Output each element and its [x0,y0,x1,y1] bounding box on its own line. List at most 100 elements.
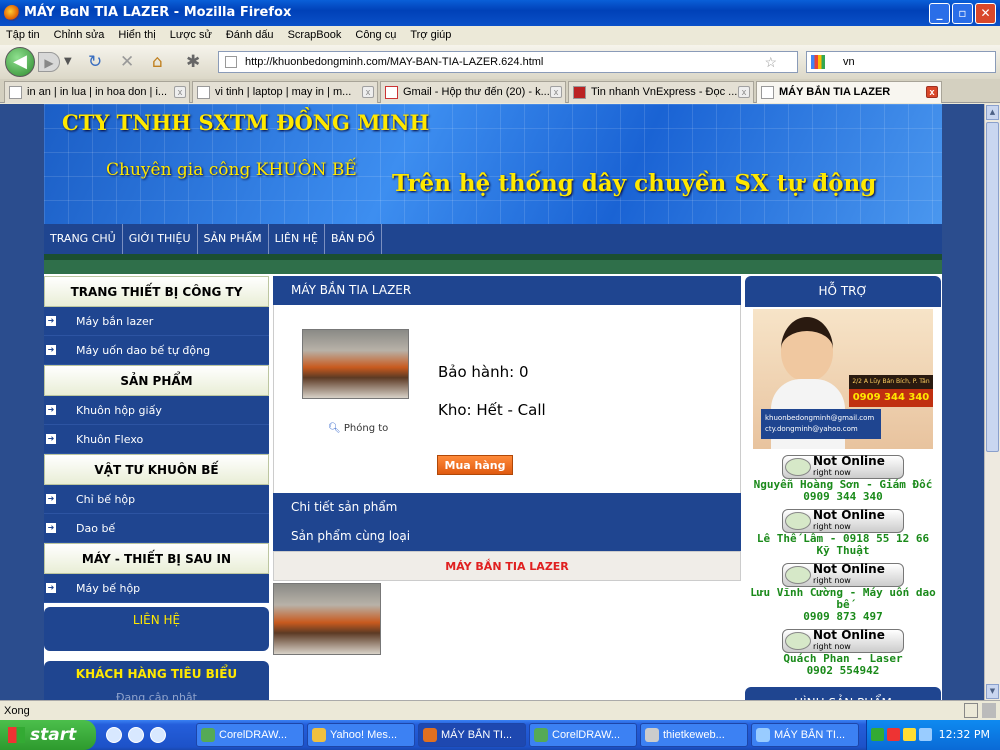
menu-bookmarks[interactable]: Đánh dấu [226,26,274,45]
yahoo-messenger-icon [785,566,811,584]
status-text: Not Online [813,508,885,522]
tab-vi-tinh[interactable]: vi tinh | laptop | may in | m... x [192,81,378,103]
sidebar-item-label: Dao bế [76,522,116,535]
nav-about[interactable]: GIỚI THIỆU [123,224,198,254]
nav-products[interactable]: SẢN PHẨM [198,224,269,254]
nav-map[interactable]: BẢN ĐỒ [325,224,382,254]
nav-home[interactable]: TRANG CHỦ [44,224,123,254]
customers-box: KHÁCH HÀNG TIÊU BIỂU Đang cập nhật [44,661,269,700]
sidebar-item-blade[interactable]: ➜ Dao bế [44,514,269,543]
tab-product-details[interactable]: Chi tiết sản phẩm [273,493,741,522]
yahoo-status-badge[interactable]: Not Online right now [782,563,904,587]
close-window-button[interactable]: ✕ [975,3,996,24]
related-product-image[interactable] [273,583,381,655]
url-bar[interactable]: http://khuonbedongminh.com/MAY-BAN-TIA-L… [218,51,798,73]
menu-help[interactable]: Trợ giúp [410,26,451,45]
back-button[interactable]: ◀ [5,47,35,77]
tray-icon[interactable] [903,728,916,741]
menu-tools[interactable]: Công cụ [355,26,396,45]
sidebar-item-crease[interactable]: ➜ Chỉ bế hộp [44,485,269,514]
sidebar-item-paper-box[interactable]: ➜ Khuôn hộp giấy [44,396,269,425]
tab-close-icon[interactable]: x [362,86,374,98]
quick-launch-icon[interactable] [128,727,144,743]
search-box[interactable]: vn [806,51,996,73]
menu-view[interactable]: Hiển thị [118,26,155,45]
tab-close-icon[interactable]: x [738,86,750,98]
stop-icon[interactable]: ✕ [120,52,134,72]
forward-button[interactable]: ▶ [38,52,60,72]
home-icon[interactable]: ⌂ [152,52,163,72]
sidebar-item-die-cutter[interactable]: ➜ Máy bế hộp [44,574,269,603]
menu-file[interactable]: Tập tin [6,26,40,45]
vertical-scrollbar[interactable]: ▲ ▼ [984,104,1000,700]
nav-contact[interactable]: LIÊN HỆ [269,224,325,254]
google-search-icon[interactable] [811,55,825,69]
task-firefox-active[interactable]: MÁY BẮN TI... [418,723,526,747]
ie-icon[interactable] [106,727,122,743]
addon-icon[interactable]: ✱ [186,52,200,72]
contact-box[interactable]: LIÊN HỆ [44,607,269,651]
product-header: MÁY BẮN TIA LAZER [273,276,741,305]
scroll-up-icon[interactable]: ▲ [986,105,999,120]
banner-slogan: Trên hệ thống dây chuyền SX tự động [392,170,877,197]
start-button[interactable]: start [0,720,96,750]
tab-close-icon[interactable]: x [550,86,562,98]
tab-favicon-icon [197,86,210,99]
tab-in-an[interactable]: in an | in lua | in hoa don | i... x [4,81,190,103]
menu-scrapbook[interactable]: ScrapBook [288,26,342,45]
tab-close-icon[interactable]: x [174,86,186,98]
minimize-button[interactable]: _ [929,3,950,24]
reload-icon[interactable]: ↻ [88,52,102,72]
task-firefox-2[interactable]: MÁY BẮN TI... [751,723,859,747]
tab-close-icon[interactable]: x [926,86,938,98]
site-banner: CTY TNHH SXTM ĐỒNG MINH Chuyên gia công … [44,104,942,224]
tab-vnexpress[interactable]: Tin nhanh VnExpress - Đọc ... x [568,81,754,103]
status-page-icon[interactable] [964,703,978,718]
scroll-thumb[interactable] [986,122,999,452]
scroll-down-icon[interactable]: ▼ [986,684,999,699]
history-dropdown-icon[interactable]: ▼ [64,52,72,72]
zoom-link[interactable]: 🔍︎ Phóng to [328,423,388,434]
tab-gmail[interactable]: Gmail - Hộp thư đến (20) - k... x [380,81,566,103]
task-label: CorelDRAW... [219,729,288,741]
zoom-label: Phóng to [343,423,389,434]
system-tray: 12:32 PM [866,720,1000,750]
tray-icon[interactable] [887,728,900,741]
sidebar-item-label: Máy bế hộp [76,582,141,595]
task-coreldraw[interactable]: CorelDRAW... [196,723,304,747]
clock[interactable]: 12:32 PM [939,728,990,741]
task-yahoo[interactable]: Yahoo! Mes... [307,723,415,747]
yahoo-status-badge[interactable]: Not Online right now [782,455,904,479]
tray-icon[interactable] [871,728,884,741]
status-text: Not Online [813,628,885,642]
customers-title: KHÁCH HÀNG TIÊU BIỂU [75,667,238,681]
windows-taskbar: start CorelDRAW... Yahoo! Mes... MÁY BẮN… [0,720,1000,750]
tab-label: vi tinh | laptop | may in | m... [215,86,352,98]
tab-current-page[interactable]: MÁY BẮN TIA LAZER x [756,81,942,103]
maximize-button[interactable]: ▫ [952,3,973,24]
task-thietkeweb[interactable]: thietkeweb... [640,723,748,747]
tab-related-products[interactable]: Sản phẩm cùng loại [273,522,741,551]
related-product-title[interactable]: MÁY BẮN TIA LAZER [273,551,741,581]
yahoo-status-badge[interactable]: Not Online right now [782,509,904,533]
support-email: cty.dongminh@yahoo.com [765,425,858,433]
vnexpress-icon [573,86,586,99]
resize-grip-icon[interactable] [982,703,996,718]
customers-subtitle: Đang cập nhật [116,691,197,700]
sidebar-item-laser[interactable]: ➜ Máy bắn lazer [44,307,269,336]
contact-role: Kỹ Thuật [816,544,870,557]
bookmark-star-icon[interactable]: ☆ [764,52,777,72]
yahoo-status-badge[interactable]: Not Online right now [782,629,904,653]
product-image[interactable] [302,329,409,399]
stock-text: Kho: Hết - Call [438,401,546,419]
menu-history[interactable]: Lược sử [170,26,212,45]
tray-icon[interactable] [919,728,932,741]
sidebar-heading: VẬT TƯ KHUÔN BẾ [44,454,269,485]
firefox-quick-icon[interactable] [150,727,166,743]
sidebar-item-bender[interactable]: ➜ Máy uốn dao bế tự động [44,336,269,365]
task-coreldraw-2[interactable]: CorelDRAW... [529,723,637,747]
contact-phone: 0902 554942 [806,664,880,677]
buy-button[interactable]: Mua hàng [437,455,513,475]
sidebar-item-flexo[interactable]: ➜ Khuôn Flexo [44,425,269,454]
menu-edit[interactable]: Chỉnh sửa [54,26,105,45]
